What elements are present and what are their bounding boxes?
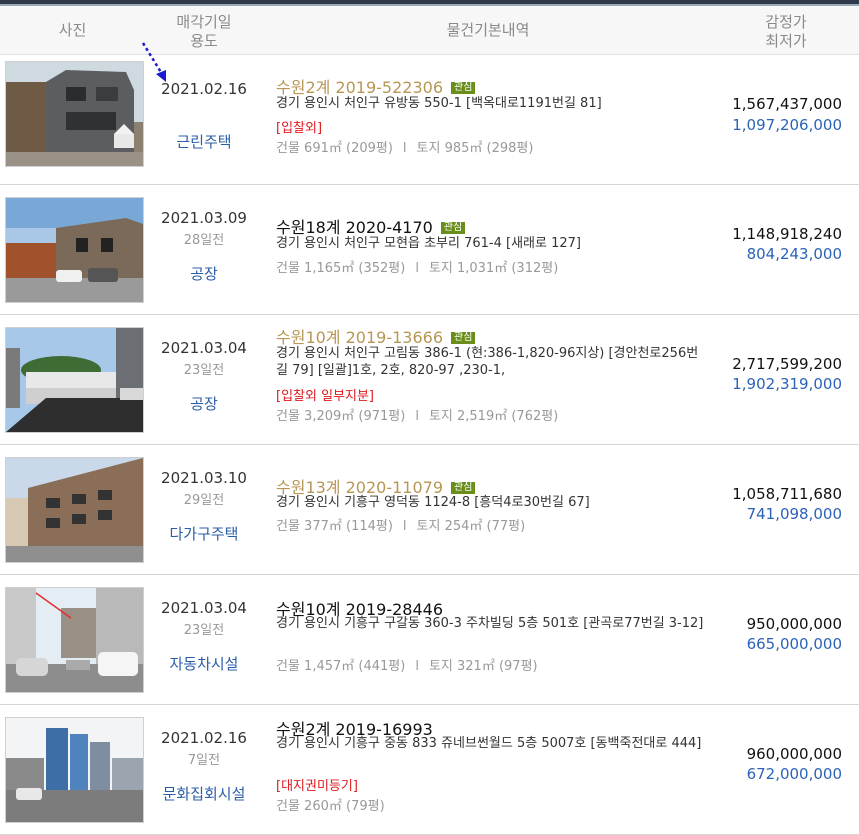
property-use[interactable]: 문화집회시설 [145, 783, 263, 804]
land-area: 토지 321㎡ (97평) [428, 659, 538, 674]
table-header: 사진 매각기일 용도 물건기본내역 감정가 최저가 [0, 6, 859, 55]
building-area: 건물 691㎡ (209평) [276, 141, 393, 156]
header-minimum: 최저가 [765, 32, 807, 50]
days-left: 7일전 [187, 753, 221, 768]
table-row[interactable]: 2021.03.10 29일전 다가구주택 수원13계 2020-11079 관심… [0, 445, 859, 575]
separator: l [402, 519, 407, 534]
header-info: 물건기본내역 [446, 21, 530, 39]
separator: l [415, 409, 419, 424]
building-area: 건물 260㎡ (79평) [276, 799, 385, 814]
header-date: 매각기일 [176, 13, 232, 31]
property-photo[interactable] [5, 197, 144, 303]
days-left: 23일전 [183, 363, 225, 378]
minimum-price: 804,243,000 [746, 245, 842, 263]
area-info: 건물 377㎡ (114평) l 토지 254㎡ (77평) [276, 515, 525, 534]
building-area: 건물 3,209㎡ (971평) [276, 409, 406, 424]
property-photo[interactable] [5, 457, 144, 563]
table-row[interactable]: 2021.02.16 근린주택 수원2계 2019-522306 관심 경기 용인… [0, 55, 859, 185]
building-area: 건물 377㎡ (114평) [276, 519, 393, 534]
header-photo: 사진 [58, 21, 87, 39]
sale-date: 2021.03.09 [161, 209, 247, 227]
land-area: 토지 1,031㎡ (312평) [428, 261, 559, 276]
header-appraisal: 감정가 [765, 13, 807, 31]
days-left: 28일전 [183, 233, 225, 248]
appraisal-price: 960,000,000 [746, 745, 842, 763]
property-use[interactable]: 근린주택 [145, 131, 263, 152]
minimum-price: 665,000,000 [746, 635, 842, 653]
header-use: 용도 [190, 32, 218, 50]
property-photo[interactable] [5, 717, 144, 823]
address: 경기 용인시 처인구 유방동 550-1 [백옥대로1191번길 81] [276, 96, 602, 111]
building-area: 건물 1,457㎡ (441평) [276, 659, 406, 674]
appraisal-price: 1,058,711,680 [732, 485, 842, 503]
table-row[interactable]: 2021.03.04 23일전 자동차시설 수원10계 2019-28446 경… [0, 575, 859, 705]
separator: l [415, 261, 419, 276]
area-info: 건물 1,165㎡ (352평) l 토지 1,031㎡ (312평) [276, 257, 558, 276]
sale-date: 2021.03.10 [161, 469, 247, 487]
days-left: 23일전 [183, 623, 225, 638]
minimum-price: 741,098,000 [746, 505, 842, 523]
property-use[interactable]: 공장 [145, 393, 263, 414]
appraisal-price: 2,717,599,200 [732, 355, 842, 373]
header-price: 감정가 최저가 [713, 13, 859, 51]
property-use[interactable]: 공장 [145, 263, 263, 284]
notice-flag: [대지권미등기] [276, 779, 358, 794]
table-row[interactable]: 2021.03.04 23일전 공장 수원10계 2019-13666 관심 경기… [0, 315, 859, 445]
interest-badge[interactable]: 관심 [451, 82, 476, 94]
appraisal-price: 950,000,000 [746, 615, 842, 633]
minimum-price: 1,902,319,000 [732, 375, 842, 393]
table-row[interactable]: 2021.02.16 7일전 문화집회시설 수원2계 2019-16993 경기… [0, 705, 859, 835]
area-info: 건물 260㎡ (79평) [276, 795, 385, 814]
address: 경기 용인시 처인구 고림동 386-1 (현:386-1,820-96지상) … [276, 346, 699, 378]
notice-flag: [입찰외 일부지분] [276, 389, 374, 404]
sale-date: 2021.02.16 [161, 729, 247, 747]
appraisal-price: 1,148,918,240 [732, 225, 842, 243]
land-area: 토지 985㎡ (298평) [416, 141, 534, 156]
land-area: 토지 254㎡ (77평) [416, 519, 526, 534]
minimum-price: 672,000,000 [746, 765, 842, 783]
interest-badge[interactable]: 관심 [451, 332, 476, 344]
days-left: 29일전 [183, 493, 225, 508]
property-use[interactable]: 자동차시설 [145, 653, 263, 674]
land-area: 토지 2,519㎡ (762평) [428, 409, 559, 424]
appraisal-price: 1,567,437,000 [732, 95, 842, 113]
property-photo[interactable] [5, 327, 144, 433]
separator: l [415, 659, 419, 674]
property-use[interactable]: 다가구주택 [145, 523, 263, 544]
interest-badge[interactable]: 관심 [440, 222, 466, 234]
table-row[interactable]: 2021.03.09 28일전 공장 수원18계 2020-4170 관심 경기 … [0, 185, 859, 315]
notice-flag: [입찰외] [276, 121, 323, 136]
minimum-price: 1,097,206,000 [732, 116, 842, 134]
address: 경기 용인시 처인구 모현읍 초부리 761-4 [새래로 127] [276, 236, 581, 251]
pointer-arrow-icon [141, 42, 166, 82]
building-area: 건물 1,165㎡ (352평) [276, 261, 406, 276]
area-info: 건물 691㎡ (209평) l 토지 985㎡ (298평) [276, 137, 533, 156]
sale-date: 2021.03.04 [161, 599, 247, 617]
area-info: 건물 3,209㎡ (971평) l 토지 2,519㎡ (762평) [276, 405, 558, 424]
address: 경기 용인시 기흥구 영덕동 1124-8 [흥덕4로30번길 67] [276, 495, 590, 510]
property-photo[interactable] [5, 61, 144, 167]
interest-badge[interactable]: 관심 [451, 482, 476, 494]
address: 경기 용인시 기흥구 중동 833 쥬네브썬월드 5층 5007호 [동백죽전대… [276, 736, 702, 751]
sale-date: 2021.03.04 [161, 339, 247, 357]
address: 경기 용인시 기흥구 구갈동 360-3 주차빌딩 5층 501호 [관곡로77… [276, 616, 704, 631]
property-photo[interactable] [5, 587, 144, 693]
area-info: 건물 1,457㎡ (441평) l 토지 321㎡ (97평) [276, 655, 538, 674]
separator: l [402, 141, 407, 156]
